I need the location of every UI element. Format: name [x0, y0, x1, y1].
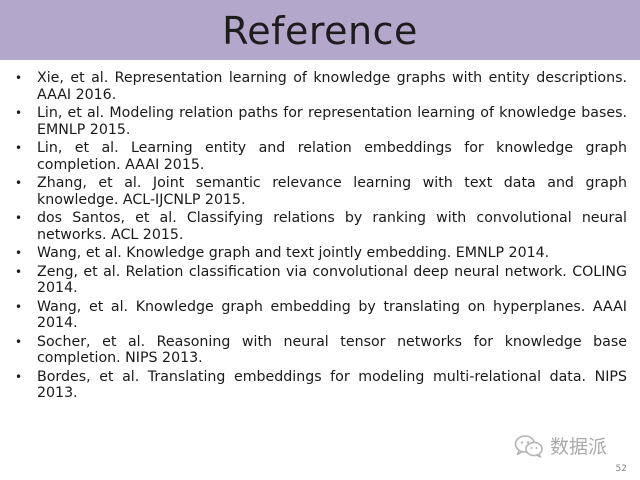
reference-item: • Wang, et al. Knowledge graph and text … — [0, 245, 640, 262]
reference-text: Bordes, et al. Translating embeddings fo… — [37, 368, 627, 402]
reference-text: Zhang, et al. Joint semantic relevance l… — [37, 175, 627, 208]
bullet: • — [15, 369, 23, 384]
reference-item: • Socher, et al. Reasoning with neural t… — [0, 334, 640, 367]
bullet: • — [15, 71, 23, 85]
reference-item: • Bordes, et al. Translating embeddings … — [0, 369, 640, 402]
bullet: • — [15, 141, 23, 155]
bullet: • — [15, 264, 23, 279]
reference-item: • dos Santos, et al. Classifying relatio… — [0, 210, 640, 243]
wechat-icon — [514, 434, 543, 458]
reference-item: • Zhang, et al. Joint semantic relevance… — [0, 175, 640, 208]
reference-text: Wang, et al. Knowledge graph embedding b… — [37, 298, 627, 332]
reference-text: dos Santos, et al. Classifying relations… — [37, 210, 627, 243]
bullet: • — [15, 246, 23, 260]
reference-item: • Lin, et al. Learning entity and relati… — [0, 140, 640, 173]
bullet: • — [15, 334, 23, 349]
bullet: • — [15, 176, 23, 190]
reference-text: Zeng, et al. Relation classification via… — [37, 263, 627, 297]
reference-text: Wang, et al. Knowledge graph and text jo… — [37, 245, 550, 261]
title-banner: Reference — [0, 0, 640, 60]
page-number: 52 — [615, 464, 627, 474]
reference-item: • Xie, et al. Representation learning of… — [0, 70, 640, 103]
reference-text: Xie, et al. Representation learning of k… — [37, 70, 627, 103]
watermark: 数据派 — [514, 432, 607, 459]
bullet: • — [15, 106, 23, 120]
bullet: • — [15, 211, 23, 225]
slide-title: Reference — [222, 9, 418, 53]
reference-text: Socher, et al. Reasoning with neural ten… — [37, 333, 627, 367]
reference-item: • Wang, et al. Knowledge graph embedding… — [0, 299, 640, 332]
reference-text: Lin, et al. Learning entity and relation… — [37, 140, 627, 173]
bullet: • — [15, 299, 23, 314]
reference-list: • Xie, et al. Representation learning of… — [0, 70, 640, 404]
reference-item: • Zeng, et al. Relation classification v… — [0, 264, 640, 297]
reference-text: Lin, et al. Modeling relation paths for … — [37, 105, 627, 138]
watermark-text: 数据派 — [550, 436, 608, 458]
slide: Reference • Xie, et al. Representation l… — [0, 0, 640, 480]
reference-item: • Lin, et al. Modeling relation paths fo… — [0, 105, 640, 138]
